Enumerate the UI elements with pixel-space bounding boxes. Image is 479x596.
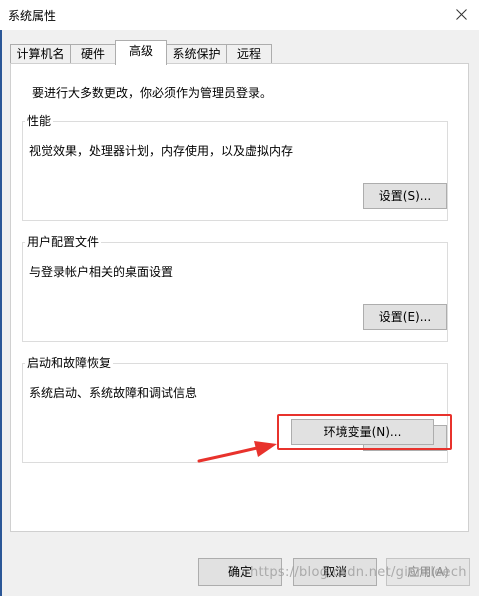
admin-note: 要进行大多数更改，你必须作为管理员登录。 [32,86,273,100]
user-profiles-description: 与登录帐户相关的桌面设置 [29,265,174,279]
startup-recovery-description: 系统启动、系统故障和调试信息 [29,386,198,400]
tab-computer-name[interactable]: 计算机名 [10,44,71,64]
title-bar[interactable]: 系统属性 [0,0,479,30]
performance-group: 性能 视觉效果，处理器计划，内存使用，以及虚拟内存 设置(S)... [22,114,448,221]
user-profiles-group: 用户配置文件 与登录帐户相关的桌面设置 设置(E)... [22,235,448,342]
close-button[interactable] [443,0,479,30]
performance-legend: 性能 [25,114,54,128]
system-properties-window: 系统属性 计算机名 硬件 高级 系统保护 远程 要进行大多数更改，你必须作为管理… [0,0,479,596]
performance-settings-button[interactable]: 设置(S)... [363,183,447,209]
apply-button[interactable]: 应用(A) [386,558,470,586]
red-arrow-icon [197,441,277,463]
tab-hardware[interactable]: 硬件 [70,44,116,64]
tab-system-protection[interactable]: 系统保护 [166,44,227,64]
startup-recovery-legend: 启动和故障恢复 [25,356,114,370]
ok-button[interactable]: 确定 [198,558,282,586]
environment-variables-button[interactable]: 环境变量(N)... [291,419,434,445]
user-profiles-legend: 用户配置文件 [25,235,102,249]
user-profiles-settings-button[interactable]: 设置(E)... [363,304,447,330]
close-icon [456,9,467,20]
performance-description: 视觉效果，处理器计划，内存使用，以及虚拟内存 [29,144,294,158]
background-window-edge [0,30,2,596]
window-title: 系统属性 [8,9,57,23]
tab-advanced[interactable]: 高级 [115,40,167,65]
cancel-button[interactable]: 取消 [293,558,377,586]
tab-remote[interactable]: 远程 [226,44,272,64]
